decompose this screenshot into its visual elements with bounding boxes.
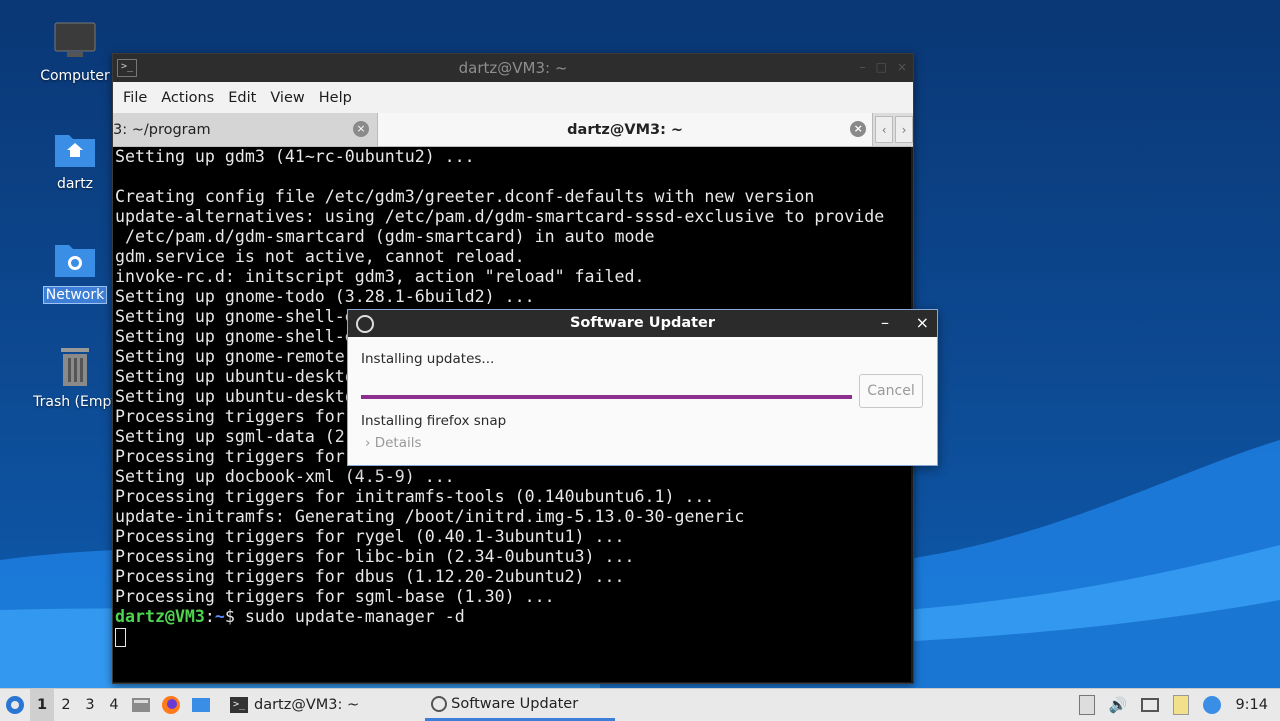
computer-icon [30,18,120,64]
prompt-symbol: $ [224,607,235,626]
menu-view[interactable]: View [263,90,311,106]
cancel-button[interactable]: Cancel [859,374,923,408]
tab-label: 3: ~/program [113,121,211,138]
close-icon[interactable]: × [897,60,907,74]
details-expander[interactable]: › Details [365,435,422,451]
menu-file[interactable]: File [116,90,154,106]
workspace-3[interactable]: 3 [78,697,102,713]
terminal-line: Setting up gdm3 (41~rc-0ubuntu2) ... [115,147,475,166]
trash-icon [30,344,120,390]
progress-bar [361,395,852,399]
prompt-command: sudo update-manager -d [234,607,465,626]
terminal-line: invoke-rc.d: initscript gdm3, action "re… [115,267,645,286]
volume-icon[interactable]: 🔊 [1109,696,1128,714]
start-menu-icon[interactable] [0,695,30,715]
terminal-cursor-line [113,627,911,647]
terminal-titlebar[interactable]: >_ dartz@VM3: ~ – □ × [113,54,913,82]
menu-bar: File Actions Edit View Help [113,82,913,113]
prompt-sep: : [204,607,215,626]
terminal-line: Processing triggers for dbus (1.12.20-2u… [115,567,625,586]
text-cursor [115,628,126,647]
install-detail: Installing firefox snap [361,413,507,429]
terminal-line: Processing triggers for rygel (0.40.1-3u… [115,527,625,546]
install-status: Installing updates... [361,351,495,367]
desktop-icon-label: Computer [40,68,110,84]
task-label: Software Updater [451,695,579,712]
desktop-icon-home[interactable]: dartz [30,126,120,192]
prompt-user: dartz@VM3 [115,607,205,626]
close-icon[interactable]: × [916,313,929,332]
terminal-line: Processing triggers for sgml-base (1.30)… [115,587,555,606]
terminal-line: Processing triggers for libc-bin (2.34-0… [115,547,635,566]
prompt-path: ~ [214,607,225,626]
home-folder-icon [30,126,120,172]
task-label: dartz@VM3: ~ [254,697,360,713]
firefox-icon[interactable] [156,695,186,715]
system-tray: 🔊 9:14 [1078,689,1280,721]
terminal-line: Setting up gnome-todo (3.28.1-6build2) .… [115,287,535,306]
terminal-line: /etc/pam.d/gdm-smartcard (gdm-smartcard)… [115,227,655,246]
terminal-line: gdm.service is not active, cannot reload… [115,247,525,266]
desktop-icon-network[interactable]: Network [30,236,120,304]
task-software-updater[interactable]: Software Updater [425,689,616,721]
chevron-right-icon: › [365,435,371,451]
tab-close-icon[interactable]: × [353,121,369,137]
desktop-icon-trash[interactable]: Trash (Empt [30,344,120,410]
window-title: dartz@VM3: ~ [458,59,568,77]
desktop-icon-label: Network [42,286,108,304]
clock[interactable]: 9:14 [1235,697,1268,713]
minimize-icon[interactable]: – [881,313,889,332]
display-icon[interactable] [1141,698,1160,712]
tab-label: dartz@VM3: ~ [567,121,684,138]
desktop-icon-computer[interactable]: Computer [30,18,120,84]
tab-bar: 3: ~/program × dartz@VM3: ~ × ‹ › [113,113,913,147]
workspace-2[interactable]: 2 [54,697,78,713]
progress-fill [361,395,852,399]
dialog-titlebar[interactable]: Software Updater – × [348,310,937,337]
terminal-line: Setting up docbook-xml (4.5-9) ... [115,467,455,486]
clipboard-icon[interactable] [1173,695,1190,715]
software-updater-dialog[interactable]: Software Updater – × Installing updates.… [347,309,938,466]
terminal-line: Creating config file /etc/gdm3/greeter.d… [115,187,815,206]
update-notifier-icon[interactable] [1078,695,1095,715]
desktop-icon-label: Trash (Empt [33,394,117,410]
workspace-4[interactable]: 4 [102,697,126,713]
menu-help[interactable]: Help [312,90,359,106]
file-manager-icon[interactable] [126,696,156,714]
terminal-line: Processing triggers for initramfs-tools … [115,487,715,506]
tab-scroll-left-icon[interactable]: ‹ [875,116,894,143]
software-updater-icon [431,695,448,712]
desktop-icon[interactable] [186,697,216,713]
menu-edit[interactable]: Edit [221,90,263,106]
dialog-title: Software Updater [569,315,716,331]
network-icon[interactable] [1203,696,1222,714]
maximize-icon[interactable]: □ [876,60,887,74]
task-terminal[interactable]: >_ dartz@VM3: ~ [224,689,365,721]
tab-scroll-right-icon[interactable]: › [895,116,913,143]
network-folder-icon [30,236,120,282]
taskbar: 1 2 3 4 >_ dartz@VM3: ~ Software Updater… [0,688,1280,721]
tab-program[interactable]: 3: ~/program × [113,113,377,146]
terminal-icon: >_ [117,59,137,77]
workspace-1[interactable]: 1 [30,689,54,721]
terminal-icon: >_ [230,697,248,713]
details-label: Details [374,435,422,451]
tab-close-icon[interactable]: × [850,121,867,137]
menu-actions[interactable]: Actions [154,90,221,106]
terminal-prompt-line: dartz@VM3:~$ sudo update-manager -d [113,607,911,627]
desktop-icon-label: dartz [56,176,94,192]
terminal-line: update-initramfs: Generating /boot/initr… [115,507,745,526]
minimize-icon[interactable]: – [860,60,866,74]
tab-home[interactable]: dartz@VM3: ~ × [377,113,874,146]
terminal-line: update-alternatives: using /etc/pam.d/gd… [115,207,885,226]
